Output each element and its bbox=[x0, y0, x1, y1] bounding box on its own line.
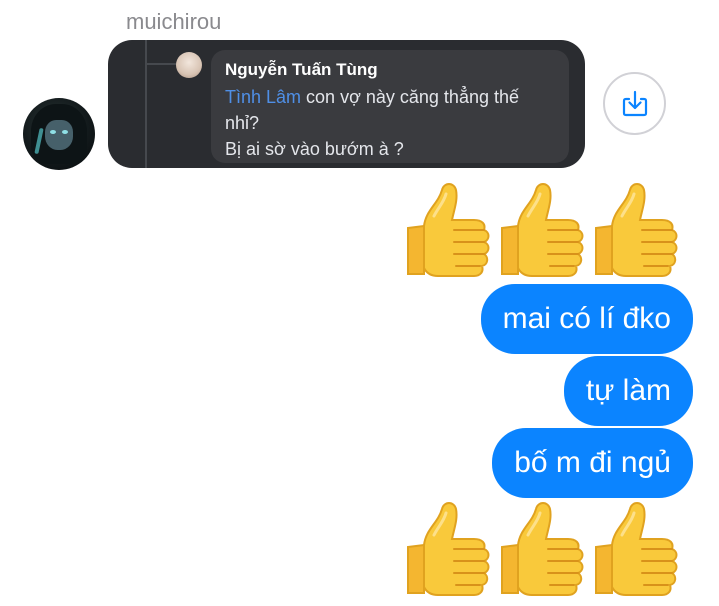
shared-post-card[interactable]: Nguyễn Tuấn Tùng Tình Lâm con vợ này căn… bbox=[108, 40, 585, 168]
message-bubble[interactable]: mai có lí đko bbox=[480, 284, 693, 354]
reply-author-avatar bbox=[176, 52, 202, 78]
reply-text: Tình Lâm con vợ này căng thẳng thế nhỉ? … bbox=[225, 84, 555, 162]
thread-line bbox=[145, 40, 147, 168]
thumbs-up-icon bbox=[498, 499, 588, 599]
share-button[interactable] bbox=[603, 72, 666, 135]
emoji-message-bottom[interactable] bbox=[404, 499, 682, 599]
reply-mention[interactable]: Tình Lâm bbox=[225, 87, 301, 107]
reply-text-line-2: Bị ai sờ vào bướm à ? bbox=[225, 139, 404, 159]
reply-author: Nguyễn Tuấn Tùng bbox=[225, 60, 378, 79]
thumbs-up-icon bbox=[404, 499, 494, 599]
thumbs-up-icon bbox=[404, 180, 494, 280]
emoji-message-top[interactable] bbox=[404, 180, 682, 280]
sender-name: muichirou bbox=[126, 9, 222, 34]
message-bubble[interactable]: bố m đi ngủ bbox=[492, 428, 693, 498]
thumbs-up-icon bbox=[592, 180, 682, 280]
message-bubble[interactable]: tự làm bbox=[563, 356, 693, 426]
avatar[interactable] bbox=[23, 98, 95, 170]
thumbs-up-icon bbox=[592, 499, 682, 599]
thread-line-branch bbox=[145, 63, 179, 65]
share-download-icon bbox=[622, 90, 647, 116]
reply-comment: Nguyễn Tuấn Tùng Tình Lâm con vợ này căn… bbox=[211, 50, 569, 163]
thumbs-up-icon bbox=[498, 180, 588, 280]
